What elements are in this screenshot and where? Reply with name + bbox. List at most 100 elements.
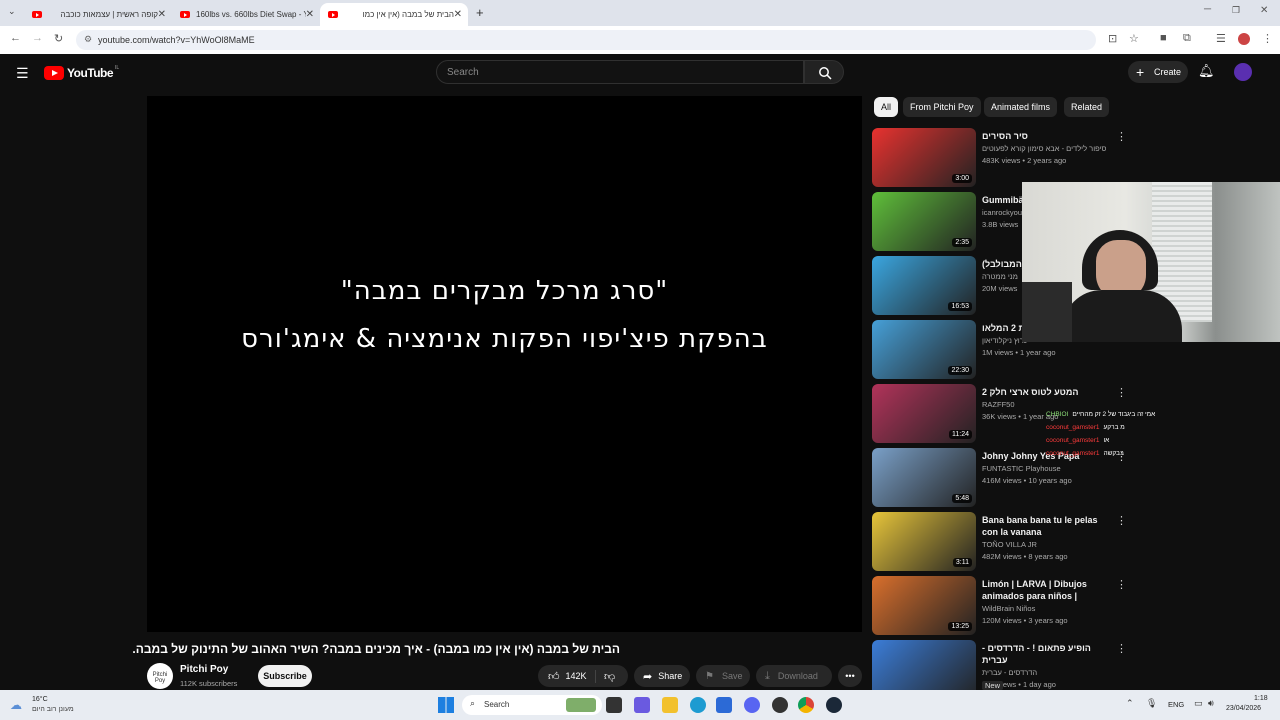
recommendation-title[interactable]: הופיע פתאום ! - הדרדסים - עברית (982, 642, 1110, 666)
reload-icon[interactable]: ↻ (54, 32, 63, 45)
weather-icon[interactable]: ☁ (10, 698, 22, 712)
close-tab-icon[interactable]: ✕ (306, 9, 314, 20)
recommendation-item[interactable]: 3:00 סיר הסירים סיפור לילדים - אבא סימון ק… (872, 128, 1132, 188)
dislike-button[interactable]: 👎︎ (596, 670, 615, 683)
widgets-icon[interactable] (634, 697, 650, 713)
profile-avatar[interactable] (1238, 33, 1250, 45)
subscribe-button[interactable]: Subscribe (258, 665, 312, 687)
channel-avatar-text: Pitchi Poy (152, 672, 168, 684)
video-caption-line-2: בהפקת פיצ'יפוי הפקות אנימציה & אימג'ורס (241, 324, 768, 354)
volume-icon[interactable]: 🔊︎ (1208, 698, 1214, 709)
share-button[interactable]: ➦ Share (634, 665, 690, 687)
browser-menu-icon[interactable]: ⋮ (1262, 32, 1273, 45)
start-windows-icon[interactable] (438, 697, 454, 713)
steam-icon[interactable] (826, 697, 842, 713)
tab-list-icon[interactable]: ⌄ (8, 6, 16, 17)
site-info-icon[interactable]: ⚙ (84, 34, 92, 45)
recommendation-channel[interactable]: סיפור לילדים - אבא סימון קורא לפעוטים (982, 144, 1110, 153)
extension-icon[interactable]: ■ (1160, 32, 1167, 44)
thumbs-down-icon: 👎︎ (604, 670, 616, 683)
chip-all[interactable]: All (874, 97, 899, 117)
obs-icon[interactable] (772, 697, 788, 713)
search-input[interactable]: Search (436, 60, 804, 84)
forward-icon[interactable]: → (32, 32, 43, 44)
tab-3-active[interactable]: הבית של במבה (אין אין כמו ✕ (320, 3, 468, 26)
chip-from-channel[interactable]: From Pitchi Poy (903, 97, 981, 117)
close-tab-icon[interactable]: ✕ (158, 9, 166, 20)
account-avatar[interactable] (1234, 63, 1252, 81)
task-view-icon[interactable] (606, 697, 622, 713)
like-button[interactable]: 👍︎ 142K (538, 669, 596, 683)
more-vertical-icon[interactable]: ⋮ (1116, 130, 1127, 143)
video-caption-line-1: "סרג מרכל מבקרים במבה" (340, 276, 669, 306)
recommendation-item[interactable]: 13:25 Limón | LARVA | Dibujos animados pa… (872, 576, 1132, 636)
create-button[interactable]: + Create (1128, 61, 1188, 83)
recommendation-item[interactable]: 3:11 Bana bana bana tu le pelas con la va… (872, 512, 1132, 572)
video-thumbnail[interactable]: 22:30 (872, 320, 976, 379)
tab-1[interactable]: קופה ראשית | עצמאות כוכבה ✕ (24, 3, 172, 26)
maximize-window-icon[interactable]: ❐ (1232, 5, 1240, 16)
notifications-bell-icon[interactable]: 🔔︎ (1198, 63, 1215, 79)
microphone-icon[interactable]: 🎙︎ (1146, 698, 1157, 709)
address-bar[interactable]: ⚙ youtube.com/watch?v=YhWoOl8MaME (76, 30, 1096, 50)
install-app-icon[interactable]: ⊡ (1108, 32, 1117, 45)
tab-2[interactable]: 160lbs vs. 660lbs Diet Swap - Y ✕ (172, 3, 320, 26)
url-text: youtube.com/watch?v=YhWoOl8MaME (98, 35, 255, 45)
close-tab-icon[interactable]: ✕ (454, 9, 462, 20)
more-vertical-icon[interactable]: ⋮ (1116, 578, 1127, 591)
clock-time[interactable]: 1:18 (1254, 695, 1268, 702)
back-icon[interactable]: ← (10, 32, 21, 44)
more-actions-button[interactable]: ••• (838, 665, 862, 687)
duration-badge: 2:35 (952, 238, 972, 247)
more-vertical-icon[interactable]: ⋮ (1116, 642, 1127, 655)
save-button[interactable]: ⚑ Save (696, 665, 750, 687)
tray-overflow-icon[interactable]: ⌃ (1126, 698, 1134, 709)
recommendation-meta: 483K views • 2 years ago (982, 156, 1067, 165)
video-thumbnail[interactable]: 16:53 (872, 256, 976, 315)
store-icon[interactable] (716, 697, 732, 713)
recommendation-channel[interactable]: FUNTASTIC Playhouse (982, 464, 1110, 473)
bookmark-star-icon[interactable]: ☆ (1129, 32, 1139, 45)
video-thumbnail[interactable]: 3:00 (872, 128, 976, 187)
youtube-logo[interactable]: YouTube IL (44, 65, 119, 81)
video-thumbnail[interactable]: 2:35 (872, 192, 976, 251)
close-window-icon[interactable]: ✕ (1260, 5, 1268, 16)
chrome-icon[interactable] (798, 697, 814, 713)
video-player[interactable]: "סרג מרכל מבקרים במבה" בהפקת פיצ'יפוי הפ… (147, 96, 862, 632)
recommendation-channel[interactable]: TOÑO VILLA JR (982, 540, 1110, 549)
video-thumbnail[interactable]: 13:25 (872, 576, 976, 635)
video-thumbnail[interactable]: 5:48 (872, 448, 976, 507)
recommendation-title[interactable]: Limón | LARVA | Dibujos animados para ni… (982, 578, 1110, 602)
clock-date[interactable]: 23/04/2026 (1226, 705, 1261, 712)
channel-avatar[interactable]: Pitchi Poy (147, 663, 173, 689)
video-thumbnail[interactable]: 11:24 (872, 384, 976, 443)
channel-name[interactable]: Pitchi Poy (180, 664, 228, 675)
file-explorer-icon[interactable] (662, 697, 678, 713)
recommendation-title[interactable]: המטע לטוס ארצי חלק 2 (982, 386, 1110, 398)
network-icon[interactable]: ▭ (1194, 698, 1203, 709)
download-button[interactable]: ⤓ Download (756, 665, 832, 687)
language-indicator[interactable]: ENG (1168, 700, 1184, 709)
chip-related[interactable]: Related (1064, 97, 1110, 117)
discord-icon[interactable] (744, 697, 760, 713)
chat-text: אמי זה ביגבוד של 2 זק מהחיים (1072, 411, 1156, 418)
extensions-puzzle-icon[interactable]: ⧉ (1183, 32, 1191, 45)
hamburger-menu-icon[interactable]: ☰ (16, 65, 29, 82)
recommendation-item[interactable]: 5:48 Johny Johny Yes Papa FUNTASTIC Playho… (872, 448, 1132, 508)
video-thumbnail[interactable]: 3:11 (872, 512, 976, 571)
recommendation-channel[interactable]: RAZFF50 (982, 400, 1110, 409)
new-tab-button[interactable]: + (476, 5, 484, 20)
recommendation-channel[interactable]: הדרדסים - עברית (982, 668, 1110, 677)
recommendation-title[interactable]: Bana bana bana tu le pelas con la vanana (982, 514, 1110, 538)
recommendation-title[interactable]: סיר הסירים (982, 130, 1110, 142)
chat-message: coconut_gamster1 או (1046, 437, 1109, 444)
chip-animated-films[interactable]: Animated films (984, 97, 1058, 117)
more-vertical-icon[interactable]: ⋮ (1116, 514, 1127, 527)
reading-list-icon[interactable]: ☰ (1216, 32, 1226, 45)
more-vertical-icon[interactable]: ⋮ (1116, 386, 1127, 399)
taskbar-search[interactable]: ⌕ Search (462, 695, 602, 715)
recommendation-channel[interactable]: WildBrain Niños (982, 604, 1110, 613)
minimize-window-icon[interactable]: ─ (1204, 4, 1211, 15)
search-button[interactable] (804, 60, 844, 84)
edge-browser-icon[interactable] (690, 697, 706, 713)
